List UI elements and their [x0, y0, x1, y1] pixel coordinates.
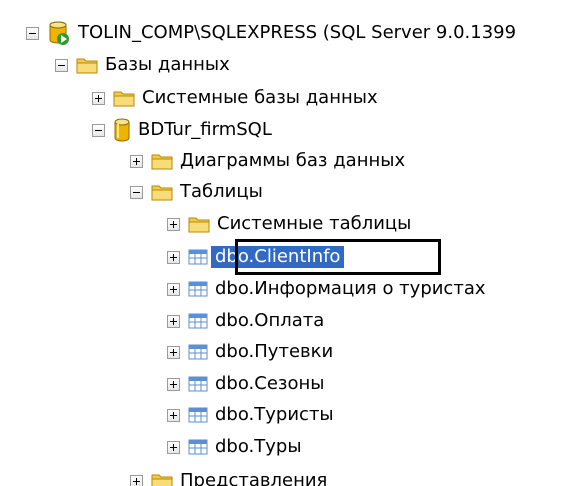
- folder-icon: [113, 89, 135, 107]
- expand-icon[interactable]: [167, 440, 180, 454]
- tree-node-table[interactable]: dbo.Сезоны: [167, 369, 324, 399]
- collapse-icon[interactable]: [55, 58, 68, 72]
- folder-icon: [151, 183, 173, 201]
- system-tables-label: Системные таблицы: [217, 213, 412, 234]
- folder-icon: [188, 215, 210, 233]
- expand-icon[interactable]: [92, 91, 105, 105]
- tree-node-database[interactable]: BDTur_firmSQL: [92, 115, 272, 145]
- tree-node-views[interactable]: Представления: [130, 466, 327, 486]
- table-icon: [188, 313, 208, 329]
- table-label: dbo.Сезоны: [215, 373, 325, 394]
- server-icon: [47, 20, 71, 46]
- expand-icon[interactable]: [130, 154, 143, 168]
- table-icon: [188, 249, 208, 265]
- expand-icon[interactable]: [167, 217, 180, 231]
- system-databases-label: Системные базы данных: [142, 87, 378, 108]
- table-label: dbo.Оплата: [215, 310, 325, 331]
- tree-node-table[interactable]: dbo.Туристы: [167, 400, 334, 430]
- tables-label: Таблицы: [180, 181, 263, 202]
- tree-node-table[interactable]: dbo.Путевки: [167, 337, 333, 367]
- expand-icon[interactable]: [167, 314, 180, 328]
- table-icon: [188, 407, 208, 423]
- selection-highlight-box: [235, 239, 441, 275]
- expand-icon[interactable]: [167, 408, 180, 422]
- table-icon: [188, 376, 208, 392]
- table-icon: [188, 344, 208, 360]
- tree-node-tables[interactable]: Таблицы: [130, 177, 263, 207]
- collapse-icon[interactable]: [92, 123, 105, 137]
- expand-icon[interactable]: [167, 282, 180, 296]
- collapse-icon[interactable]: [26, 26, 39, 40]
- table-label: dbo.Путевки: [215, 341, 334, 362]
- diagrams-label: Диаграммы баз данных: [180, 150, 406, 171]
- table-label: dbo.Туры: [215, 436, 302, 457]
- table-label: dbo.Информация о туристах: [215, 278, 486, 299]
- server-label: TOLIN_COMP\SQLEXPRESS (SQL Server 9.0.13…: [78, 22, 517, 43]
- tree-node-table[interactable]: dbo.Оплата: [167, 306, 324, 336]
- expand-icon[interactable]: [167, 250, 180, 264]
- tree-node-system-tables[interactable]: Системные таблицы: [167, 209, 411, 239]
- folder-icon: [76, 56, 98, 74]
- tree-node-databases[interactable]: Базы данных: [55, 50, 230, 80]
- table-icon: [188, 281, 208, 297]
- table-icon: [188, 439, 208, 455]
- databases-label: Базы данных: [105, 54, 230, 75]
- tree-node-system-databases[interactable]: Системные базы данных: [92, 83, 378, 113]
- expand-icon[interactable]: [167, 377, 180, 391]
- folder-icon: [151, 472, 173, 486]
- tree-node-table[interactable]: dbo.Туры: [167, 432, 302, 462]
- object-explorer-tree: TOLIN_COMP\SQLEXPRESS (SQL Server 9.0.13…: [0, 0, 563, 486]
- folder-icon: [151, 152, 173, 170]
- tree-node-table[interactable]: dbo.Информация о туристах: [167, 274, 486, 304]
- table-label: dbo.Туристы: [215, 404, 334, 425]
- views-label: Представления: [180, 470, 328, 486]
- expand-icon[interactable]: [167, 345, 180, 359]
- expand-icon[interactable]: [130, 474, 143, 486]
- collapse-icon[interactable]: [130, 185, 143, 199]
- tree-node-diagrams[interactable]: Диаграммы баз данных: [130, 146, 405, 176]
- database-icon: [113, 118, 131, 142]
- tree-node-server[interactable]: TOLIN_COMP\SQLEXPRESS (SQL Server 9.0.13…: [26, 18, 516, 48]
- database-label: BDTur_firmSQL: [138, 119, 272, 140]
